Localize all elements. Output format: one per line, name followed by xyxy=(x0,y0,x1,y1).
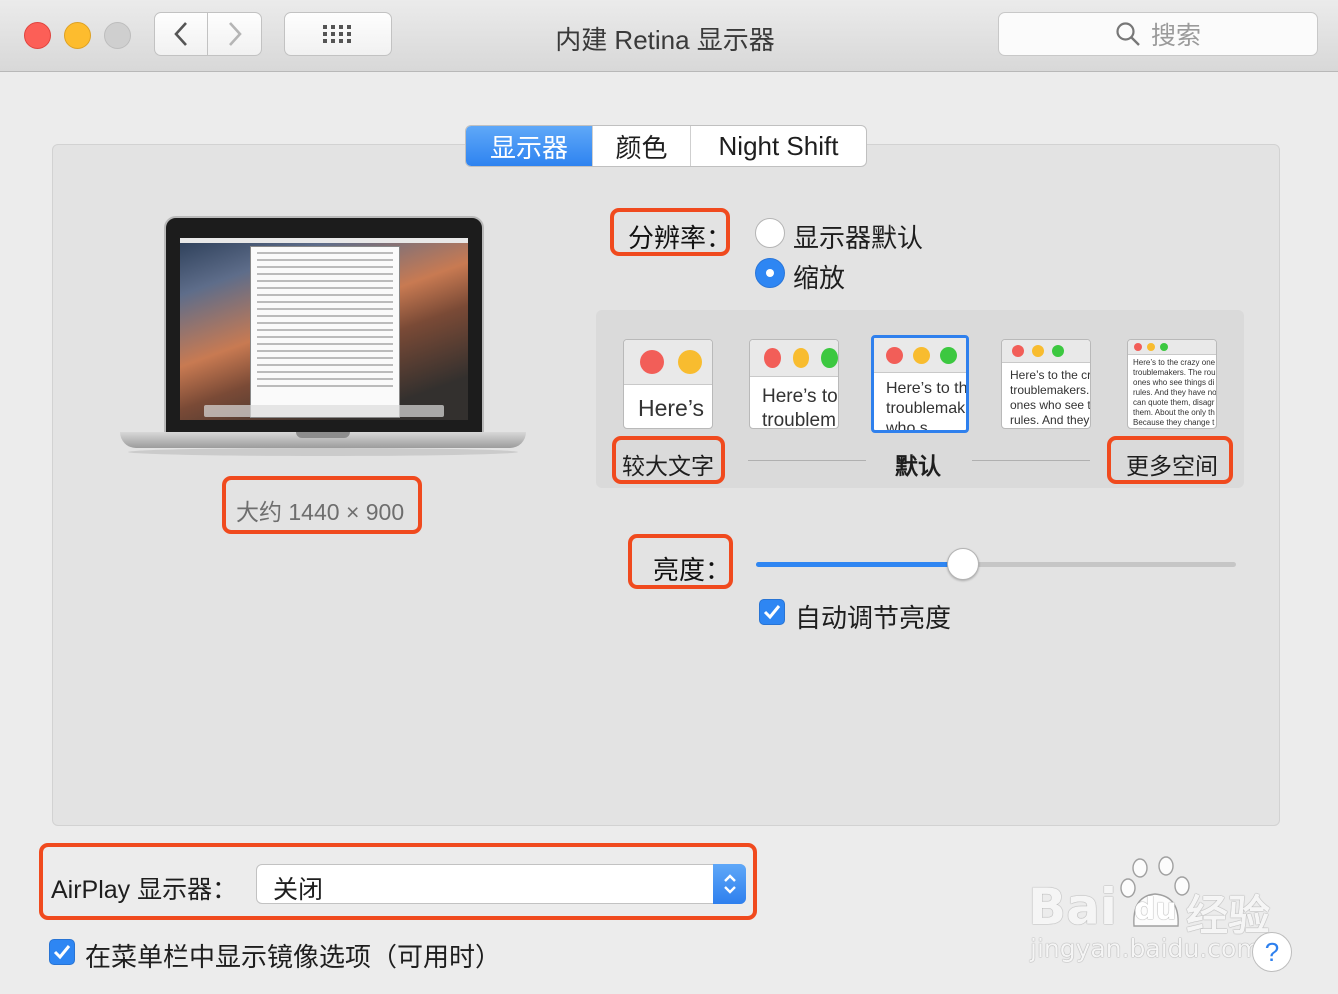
search-icon xyxy=(1116,22,1140,46)
laptop-lid xyxy=(164,216,484,434)
scale-option-4[interactable]: Here’s to the cr troublemakers. ones who… xyxy=(1001,339,1091,429)
screen-dock xyxy=(204,405,444,417)
brightness-slider[interactable] xyxy=(756,548,1236,580)
back-button[interactable] xyxy=(154,12,208,56)
search-placeholder: 搜索 xyxy=(1150,22,1201,50)
zoom-window-button[interactable] xyxy=(104,22,131,49)
highlight-box-larger-text xyxy=(612,436,725,484)
auto-brightness-label[interactable]: 自动调节亮度 xyxy=(795,598,951,635)
scale-option-default[interactable]: Here’s to th troublemak ones who s xyxy=(871,335,969,433)
watermark-url: jingyan.baidu.com xyxy=(1030,934,1261,963)
screen-menubar xyxy=(180,238,468,243)
highlight-box-resolution-label xyxy=(610,208,730,256)
highlight-box-airplay xyxy=(39,843,757,920)
baidu-watermark: Bai du 经验 jingyan.baidu.com xyxy=(1028,856,1278,966)
scale-option-3-text: Here’s to th troublemak ones who s xyxy=(886,380,968,433)
brightness-slider-fill xyxy=(756,562,963,567)
show-all-button[interactable] xyxy=(284,12,392,56)
search-field[interactable]: 搜索 xyxy=(998,12,1318,56)
tab-night-shift[interactable]: Night Shift xyxy=(690,126,866,166)
close-window-button[interactable] xyxy=(24,22,51,49)
scale-option-4-text: Here’s to the cr troublemakers. ones who… xyxy=(1010,368,1091,427)
highlight-box-more-space xyxy=(1107,436,1233,484)
scale-divider-right xyxy=(972,460,1090,461)
screen-document xyxy=(250,246,400,418)
watermark-brand: Bai xyxy=(1028,878,1117,936)
scale-option-2[interactable]: Here’s to troublem xyxy=(749,339,839,429)
scale-option-larger-text[interactable]: Here’s xyxy=(623,339,713,429)
chevron-left-icon xyxy=(174,22,187,46)
watermark-brand-du: du xyxy=(1134,892,1177,927)
scale-option-1-text: Here’s xyxy=(638,395,705,421)
scale-label-default: 默认 xyxy=(895,453,941,479)
laptop-screen-image xyxy=(180,238,468,420)
radio-display-default[interactable] xyxy=(755,218,785,248)
chevron-right-icon xyxy=(228,22,242,46)
window-title: 内建 Retina 显示器 xyxy=(555,25,775,55)
laptop-shadow xyxy=(128,448,518,456)
radio-scaled[interactable] xyxy=(755,258,785,288)
tab-display[interactable]: 显示器 xyxy=(466,126,592,166)
laptop-illustration xyxy=(120,216,526,464)
tab-color[interactable]: 颜色 xyxy=(592,126,690,166)
radio-display-default-label[interactable]: 显示器默认 xyxy=(793,218,923,255)
auto-brightness-checkbox[interactable] xyxy=(759,599,785,625)
help-button[interactable]: ? xyxy=(1252,932,1292,972)
laptop-notch xyxy=(296,432,350,438)
mirror-options-label[interactable]: 在菜单栏中显示镜像选项（可用时） xyxy=(85,937,501,974)
checkmark-icon xyxy=(53,945,71,960)
checkmark-icon xyxy=(763,605,781,620)
radio-scaled-label[interactable]: 缩放 xyxy=(793,258,845,295)
grid-icon xyxy=(323,25,351,43)
tab-bar: 显示器 颜色 Night Shift xyxy=(465,125,867,167)
mirror-options-checkbox[interactable] xyxy=(49,939,75,965)
highlight-box-resolution-readout xyxy=(222,476,422,534)
forward-button[interactable] xyxy=(207,12,262,56)
minimize-window-button[interactable] xyxy=(64,22,91,49)
scale-option-5-text: Here’s to the crazy one troublemakers. T… xyxy=(1133,358,1217,427)
scale-option-2-text: Here’s to troublem xyxy=(762,386,838,429)
scale-option-more-space[interactable]: Here’s to the crazy one troublemakers. T… xyxy=(1127,339,1217,429)
title-bar: 内建 Retina 显示器 搜索 xyxy=(0,0,1338,72)
highlight-box-brightness-label xyxy=(628,534,733,589)
scale-divider-left xyxy=(748,460,866,461)
